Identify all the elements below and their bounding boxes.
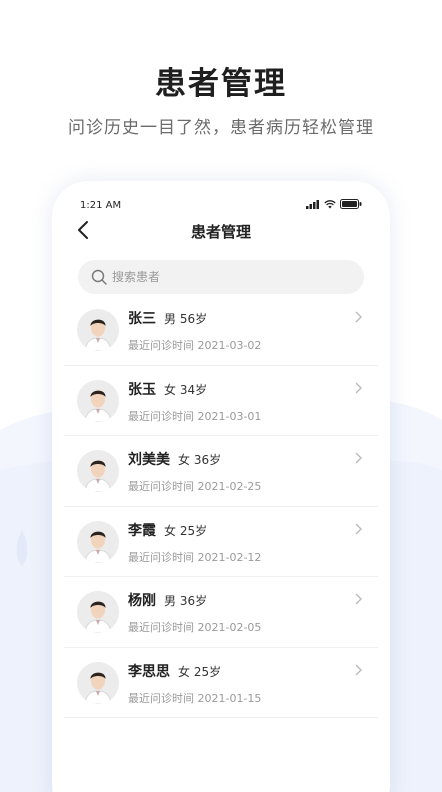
nav-bar: 患者管理 <box>52 213 390 247</box>
status-time: 1:21 AM <box>80 200 122 211</box>
patient-name: 刘美美 <box>128 452 170 468</box>
patient-row[interactable]: 李霞 女 25岁 最近问诊时间 2021-02-12 <box>64 507 378 577</box>
chevron-right-icon <box>355 523 362 534</box>
phone-frame: 1:21 AM 患者管理 搜索患者 张三 男 56岁 最近问诊时间 2021-0… <box>52 181 390 792</box>
avatar <box>77 591 119 633</box>
chevron-right-icon <box>355 664 362 675</box>
battery-icon <box>340 199 362 209</box>
patient-row[interactable]: 李思思 女 25岁 最近问诊时间 2021-01-15 <box>64 648 378 718</box>
patient-last-visit: 最近问诊时间 2021-02-25 <box>128 480 262 493</box>
avatar <box>77 450 119 492</box>
chevron-right-icon <box>355 382 362 393</box>
patient-list: 张三 男 56岁 最近问诊时间 2021-03-02 张玉 女 34岁 最近问诊… <box>64 295 378 718</box>
patient-last-visit: 最近问诊时间 2021-03-01 <box>128 409 262 423</box>
avatar <box>77 520 119 563</box>
page-headline: 患者管理 <box>155 66 287 102</box>
chevron-right-icon <box>355 311 362 323</box>
patient-gender-age: 女 36岁 <box>178 453 222 467</box>
nav-title: 患者管理 <box>190 223 251 241</box>
patient-gender-age: 女 25岁 <box>178 664 222 679</box>
patient-row[interactable]: 张玉 女 34岁 最近问诊时间 2021-03-01 <box>64 366 378 436</box>
search-input[interactable] <box>112 270 332 284</box>
chevron-right-icon <box>355 593 362 605</box>
patient-name: 李思思 <box>128 663 170 680</box>
patient-gender-age: 女 34岁 <box>164 382 208 397</box>
patient-row[interactable]: 张三 男 56岁 最近问诊时间 2021-03-02 <box>64 295 378 366</box>
page-subline: 问诊历史一目了然，患者病历轻松管理 <box>68 118 374 138</box>
patient-last-visit: 最近问诊时间 2021-02-05 <box>128 621 262 634</box>
avatar <box>77 661 119 704</box>
patient-row[interactable]: 刘美美 女 36岁 最近问诊时间 2021-02-25 <box>64 436 378 507</box>
patient-last-visit: 最近问诊时间 2021-03-02 <box>128 339 262 352</box>
patient-gender-age: 女 25岁 <box>164 523 208 538</box>
chevron-right-icon <box>355 452 362 464</box>
patient-row[interactable]: 杨刚 男 36岁 最近问诊时间 2021-02-05 <box>64 577 378 648</box>
patient-gender-age: 男 36岁 <box>164 594 208 608</box>
signal-icon <box>306 199 319 209</box>
search-bar[interactable] <box>78 260 364 294</box>
patient-name: 杨刚 <box>128 593 156 609</box>
avatar <box>77 379 119 422</box>
avatar <box>77 309 119 351</box>
patient-last-visit: 最近问诊时间 2021-01-15 <box>128 691 262 705</box>
search-icon <box>91 269 107 285</box>
patient-name: 李霞 <box>128 522 156 539</box>
patient-name: 张三 <box>128 311 156 327</box>
wifi-icon <box>324 199 336 208</box>
patient-name: 张玉 <box>128 381 156 398</box>
status-icons <box>306 199 362 209</box>
patient-last-visit: 最近问诊时间 2021-02-12 <box>128 550 262 564</box>
patient-gender-age: 男 56岁 <box>164 312 208 326</box>
